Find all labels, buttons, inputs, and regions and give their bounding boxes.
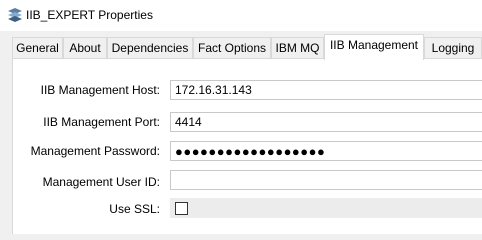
- port-label: IIB Management Port:: [43, 115, 160, 129]
- ssl-row: [170, 198, 482, 218]
- port-input[interactable]: 4414: [170, 112, 482, 132]
- tab-iib-management[interactable]: IIB Management: [324, 34, 424, 60]
- tab-logging[interactable]: Logging: [424, 37, 482, 59]
- use-ssl-checkbox[interactable]: [175, 202, 188, 215]
- host-label: IIB Management Host:: [40, 83, 160, 97]
- password-input[interactable]: ●●●●●●●●●●●●●●●●●●: [170, 141, 482, 161]
- tab-dependencies[interactable]: Dependencies: [107, 37, 193, 59]
- userid-label: Management User ID:: [42, 175, 160, 189]
- window-title: IIB_EXPERT Properties: [26, 8, 153, 22]
- title-bar: IIB_EXPERT Properties: [0, 0, 482, 31]
- tab-strip: General About Dependencies Fact Options …: [0, 31, 482, 60]
- password-label: Management Password:: [30, 144, 160, 158]
- host-input[interactable]: 172.16.31.143: [170, 80, 482, 100]
- app-logo-icon: [8, 8, 22, 22]
- ssl-label: Use SSL:: [109, 202, 160, 216]
- userid-input[interactable]: [170, 170, 482, 190]
- tab-general[interactable]: General: [12, 37, 63, 59]
- tab-fact-options[interactable]: Fact Options: [193, 37, 271, 59]
- tab-about[interactable]: About: [63, 37, 107, 59]
- tab-ibm-mq[interactable]: IBM MQ: [271, 37, 324, 59]
